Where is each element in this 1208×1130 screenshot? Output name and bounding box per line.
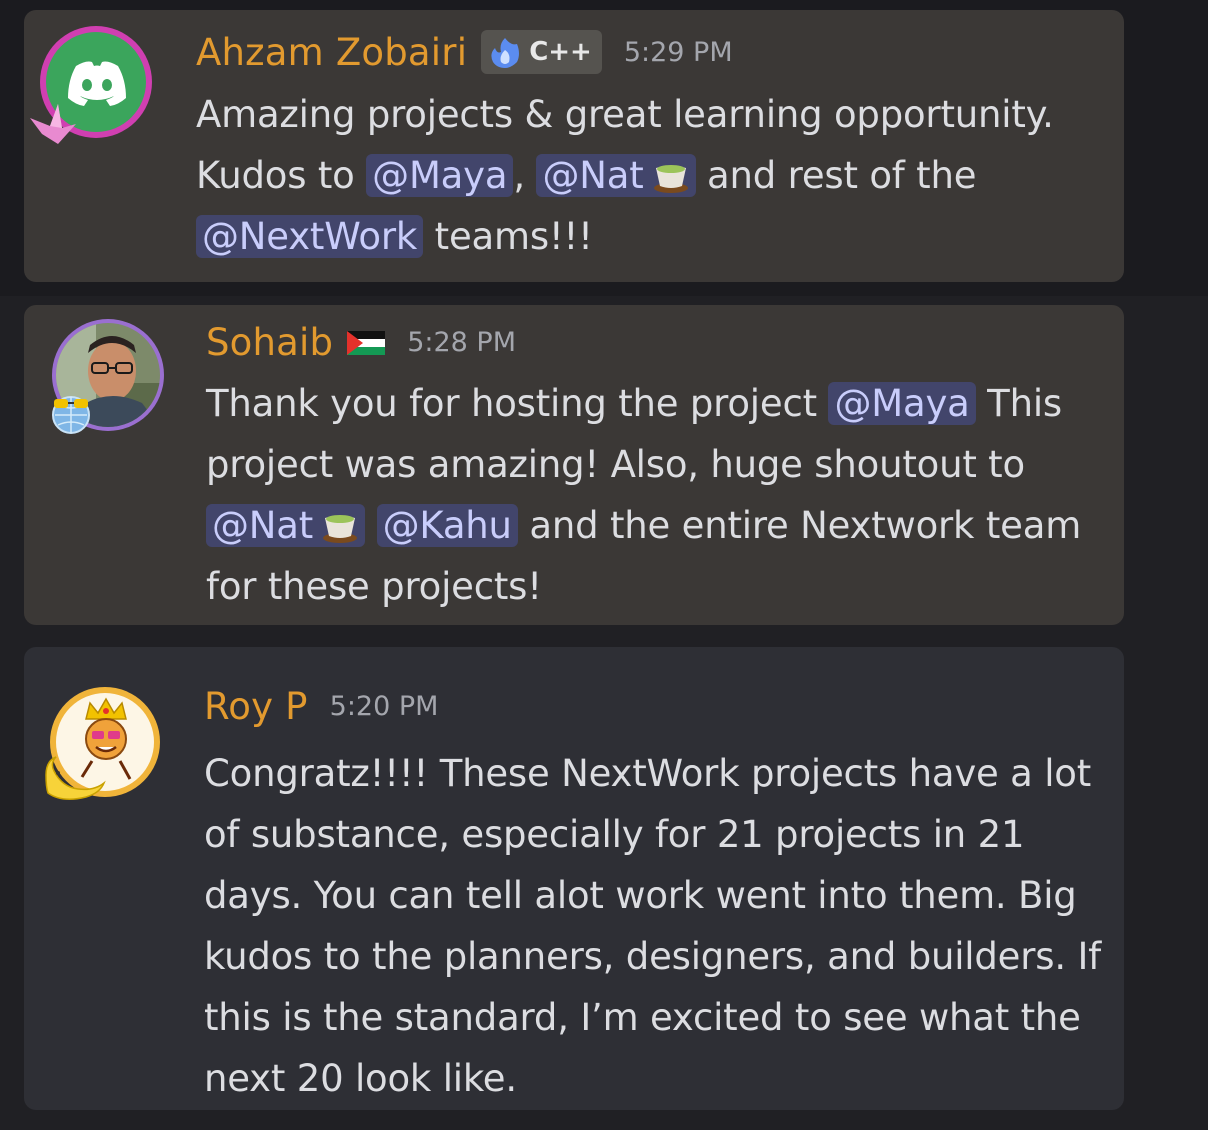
text-segment: for these projects!: [206, 565, 542, 608]
text-segment: Thank you for hosting the project: [206, 382, 829, 425]
paper-crane-icon: [30, 104, 76, 144]
mention-label: @Nat: [212, 504, 314, 547]
message-line: Kudos to @Maya, @Nat and rest of the: [196, 145, 1054, 206]
message-line: of substance, especially for 21 projects…: [204, 813, 1025, 856]
message-header: Ahzam Zobairi C++ 5:29 PM: [196, 30, 733, 74]
message-header: Roy P 5:20 PM: [204, 685, 438, 728]
banana-icon: [45, 756, 106, 800]
globe-sunglasses-icon: [52, 396, 90, 434]
mention-nat[interactable]: @Nat: [206, 504, 366, 547]
mention-nextwork[interactable]: @NextWork: [196, 215, 424, 258]
author-name[interactable]: Roy P: [204, 685, 308, 728]
message-text: Amazing projects & great learning opport…: [196, 84, 1054, 267]
author-name[interactable]: Ahzam Zobairi: [196, 31, 467, 74]
message-line: days. You can tell alot work went into t…: [204, 874, 1077, 917]
message-card[interactable]: Sohaib 5:28 PM Thank you for hosting the…: [24, 305, 1124, 625]
mention-maya[interactable]: @Maya: [828, 382, 976, 425]
server-tag[interactable]: C++: [481, 30, 602, 74]
message-text: Congratz!!!! These NextWork projects hav…: [204, 743, 1101, 1109]
text-segment: and rest of the: [695, 154, 977, 197]
flame-icon: [491, 38, 520, 68]
message-header: Sohaib 5:28 PM: [206, 321, 516, 364]
text-segment: This: [975, 382, 1062, 425]
timestamp: 5:29 PM: [623, 36, 733, 68]
message-line: this is the standard, I’m excited to see…: [204, 996, 1081, 1039]
message-card[interactable]: Ahzam Zobairi C++ 5:29 PM Amazing projec…: [24, 10, 1124, 282]
message-line: @NextWork teams!!!: [196, 206, 1054, 267]
mention-maya[interactable]: @Maya: [366, 154, 514, 197]
message-line: kudos to the planners, designers, and bu…: [204, 935, 1101, 978]
message-line: @Nat @Kahu and the entire Nextwork team: [206, 495, 1081, 556]
mention-label: @Nat: [542, 154, 644, 197]
palestine-flag-icon: [347, 330, 386, 355]
text-segment: Amazing projects & great learning opport…: [196, 93, 1054, 136]
text-segment: teams!!!: [423, 215, 593, 258]
timestamp: 5:20 PM: [329, 691, 439, 722]
mention-kahu[interactable]: @Kahu: [376, 504, 518, 547]
message-text: Thank you for hosting the project @Maya …: [206, 373, 1081, 617]
message-line: for these projects!: [206, 556, 1081, 617]
mention-nat[interactable]: @Nat: [536, 154, 696, 197]
message-card[interactable]: Roy P 5:20 PM Congratz!!!! These NextWor…: [24, 647, 1124, 1110]
text-segment: project was amazing! Also, huge shoutout…: [206, 443, 1025, 486]
text-segment: ,: [513, 154, 537, 197]
message-line: next 20 look like.: [204, 1057, 517, 1100]
timestamp: 5:28 PM: [407, 327, 517, 358]
message-line: Congratz!!!! These NextWork projects hav…: [204, 752, 1092, 795]
tea-icon: [323, 515, 358, 543]
tag-label: C++: [529, 37, 592, 67]
text-segment: Kudos to: [196, 154, 367, 197]
author-name[interactable]: Sohaib: [206, 321, 333, 364]
message-line: Thank you for hosting the project @Maya …: [206, 373, 1081, 434]
message-line: project was amazing! Also, huge shoutout…: [206, 434, 1081, 495]
text-segment: and the entire Nextwork team: [517, 504, 1082, 547]
message-line: Amazing projects & great learning opport…: [196, 84, 1054, 145]
tea-icon: [653, 165, 688, 193]
